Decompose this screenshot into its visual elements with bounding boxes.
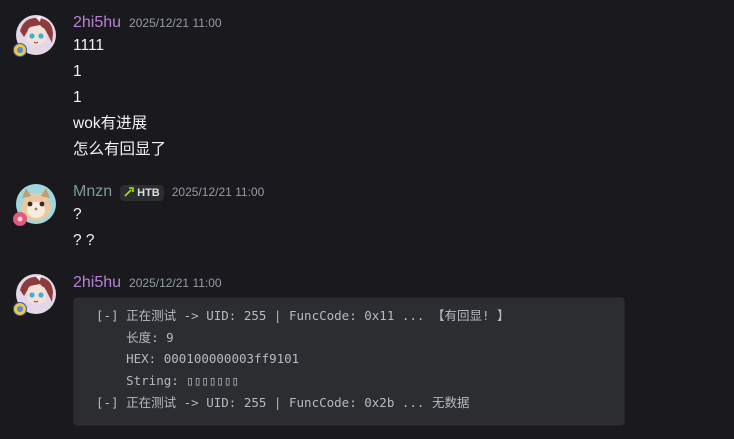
avatar-decoration-icon <box>13 212 27 226</box>
code-line: String: ▯▯▯▯▯▯▯ <box>96 373 239 388</box>
server-tag-label: HTB <box>137 187 160 199</box>
username[interactable]: 2hi5hu <box>73 274 121 292</box>
code-block[interactable]: [-] 正在测试 -> UID: 255 | FuncCode: 0x11 ..… <box>73 297 625 426</box>
chat-messages: 2hi5hu 2025/12/21 11:00 1111 1 1 wok有进展 … <box>0 0 734 439</box>
message-text: ? <box>73 206 82 223</box>
sword-icon <box>124 186 134 200</box>
code-line: [-] 正在测试 -> UID: 255 | FuncCode: 0x2b ..… <box>96 395 470 410</box>
message-header: 2hi5hu 2025/12/21 11:00 <box>73 14 222 34</box>
code-line: 长度: 9 <box>96 330 174 345</box>
username[interactable]: 2hi5hu <box>73 14 121 32</box>
message-text: 1 <box>73 63 82 80</box>
timestamp: 2025/12/21 11:00 <box>171 185 265 199</box>
avatar-decoration-icon <box>13 43 27 57</box>
timestamp: 2025/12/21 11:00 <box>129 16 222 30</box>
message-header: 2hi5hu 2025/12/21 11:00 <box>73 274 222 294</box>
avatar-decoration-icon <box>13 302 27 316</box>
server-tag[interactable]: HTB <box>120 185 164 201</box>
code-line: [-] 正在测试 -> UID: 255 | FuncCode: 0x11 ..… <box>96 308 510 323</box>
message-text: 1111 <box>73 37 105 54</box>
message-text: 1 <box>73 89 82 106</box>
username[interactable]: Mnzn <box>73 183 112 201</box>
message-text: ? ? <box>73 232 95 249</box>
timestamp: 2025/12/21 11:00 <box>129 276 222 290</box>
message-text: wok有进展 <box>73 115 148 132</box>
message-text: 怎么有回显了 <box>73 141 167 158</box>
message-header: Mnzn HTB 2025/12/21 11:00 <box>73 183 264 203</box>
code-line: HEX: 000100000003ff9101 <box>96 351 300 366</box>
